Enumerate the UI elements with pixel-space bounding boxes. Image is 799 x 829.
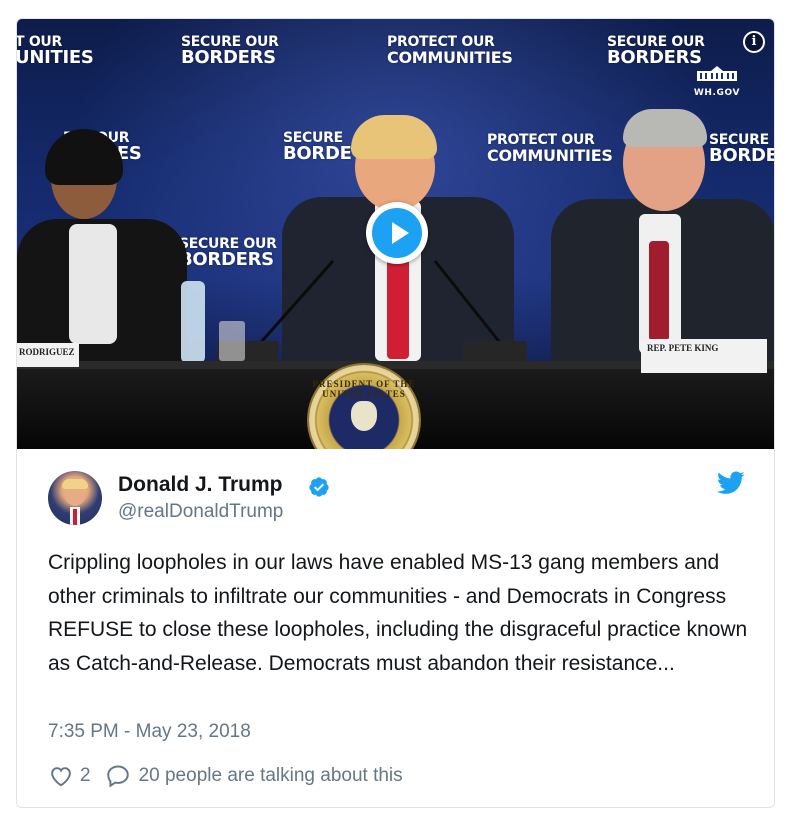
play-icon [372,208,422,258]
eagle-icon [351,401,377,431]
handle[interactable]: @realDonaldTrump [118,501,283,523]
nameplate-right: REP. PETE KING [641,339,767,373]
reply-button[interactable]: 20 people are talking about this [105,763,403,789]
timestamp[interactable]: 7:35 PM - May 23, 2018 [48,721,251,743]
tweet-actions: 2 20 people are talking about this [48,763,403,789]
avatar[interactable] [48,471,102,525]
video-thumbnail[interactable]: T OUR UNITIES SECURE OUR BORDERS PROTECT O… [17,19,774,449]
info-icon[interactable]: i [743,31,765,53]
embedded-tweet-card: T OUR UNITIES SECURE OUR BORDERS PROTECT O… [16,18,775,808]
display-name[interactable]: Donald J. Trump [118,473,283,497]
twitter-bird-icon[interactable] [717,471,745,495]
comment-icon [106,765,129,788]
heart-icon [51,767,71,787]
seal-text: PRESIDENT OF THE UNITED STATES [312,379,416,399]
like-count: 2 [80,765,91,786]
conversation-count: 20 people are talking about this [138,765,403,786]
like-button[interactable]: 2 [48,763,105,789]
play-button[interactable] [366,202,428,264]
verified-icon [309,477,329,497]
nameplate-left: RODRIGUEZ [17,343,79,367]
tweet-text: Crippling loopholes in our laws have ena… [48,551,748,675]
